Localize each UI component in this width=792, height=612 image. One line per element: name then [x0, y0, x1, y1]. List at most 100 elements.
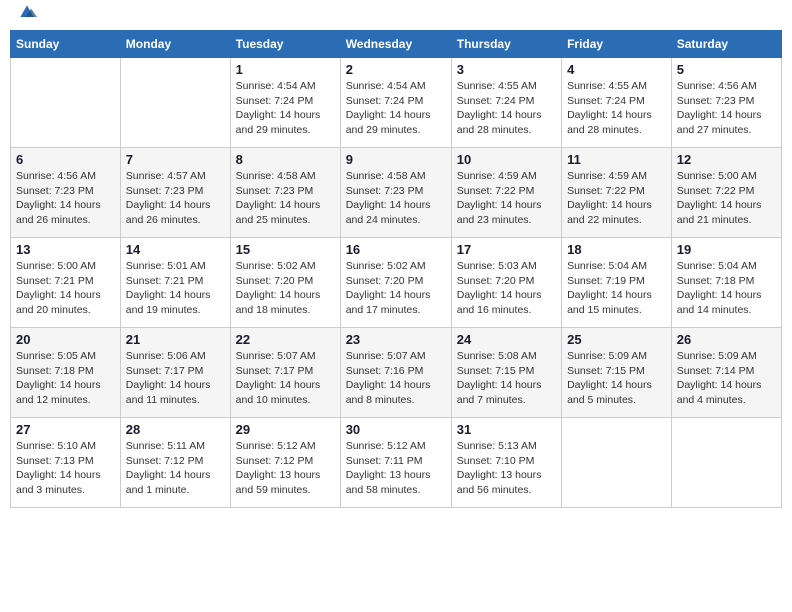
calendar-cell: [671, 418, 781, 508]
day-number: 31: [457, 422, 556, 437]
calendar-cell: 22 Sunrise: 5:07 AMSunset: 7:17 PMDayligh…: [230, 328, 340, 418]
calendar-cell: 5 Sunrise: 4:56 AMSunset: 7:23 PMDaylight…: [671, 58, 781, 148]
calendar-cell: 4Sunrise: 4:55 AMSunset: 7:24 PMDaylight…: [562, 58, 672, 148]
calendar-cell: 6Sunrise: 4:56 AMSunset: 7:23 PMDaylight…: [11, 148, 121, 238]
day-info: Sunrise: 4:56 AMSunset: 7:23 PMDaylight:…: [677, 79, 776, 138]
day-info: Sunrise: 4:54 AMSunset: 7:24 PMDaylight:…: [346, 79, 446, 138]
day-info: Sunrise: 4:55 AMSunset: 7:24 PMDaylight:…: [457, 79, 556, 138]
day-number: 3: [457, 62, 556, 77]
weekday-header-saturday: Saturday: [671, 31, 781, 58]
calendar-cell: 25 Sunrise: 5:09 AMSunset: 7:15 PMDayligh…: [562, 328, 672, 418]
day-number: 16: [346, 242, 446, 257]
week-row-2: 13 Sunrise: 5:00 AMSunset: 7:21 PMDayligh…: [11, 238, 782, 328]
calendar-cell: 15 Sunrise: 5:02 AMSunset: 7:20 PMDayligh…: [230, 238, 340, 328]
day-info: Sunrise: 5:11 AMSunset: 7:12 PMDaylight:…: [126, 439, 225, 498]
day-info: Sunrise: 4:57 AMSunset: 7:23 PMDaylight:…: [126, 169, 225, 228]
calendar-cell: 16 Sunrise: 5:02 AMSunset: 7:20 PMDayligh…: [340, 238, 451, 328]
day-number: 1: [236, 62, 335, 77]
calendar-cell: 11 Sunrise: 4:59 AMSunset: 7:22 PMDayligh…: [562, 148, 672, 238]
calendar-cell: 13 Sunrise: 5:00 AMSunset: 7:21 PMDayligh…: [11, 238, 121, 328]
day-number: 24: [457, 332, 556, 347]
day-info: Sunrise: 4:59 AMSunset: 7:22 PMDaylight:…: [457, 169, 556, 228]
day-info: Sunrise: 5:02 AMSunset: 7:20 PMDaylight:…: [346, 259, 446, 318]
day-info: Sunrise: 4:59 AMSunset: 7:22 PMDaylight:…: [567, 169, 666, 228]
calendar-cell: 21 Sunrise: 5:06 AMSunset: 7:17 PMDayligh…: [120, 328, 230, 418]
day-info: Sunrise: 5:08 AMSunset: 7:15 PMDaylight:…: [457, 349, 556, 408]
day-info: Sunrise: 5:09 AMSunset: 7:14 PMDaylight:…: [677, 349, 776, 408]
day-number: 27: [16, 422, 115, 437]
calendar-cell: 30 Sunrise: 5:12 AMSunset: 7:11 PMDayligh…: [340, 418, 451, 508]
calendar-cell: [11, 58, 121, 148]
calendar-cell: 20 Sunrise: 5:05 AMSunset: 7:18 PMDayligh…: [11, 328, 121, 418]
calendar-cell: 31 Sunrise: 5:13 AMSunset: 7:10 PMDayligh…: [451, 418, 561, 508]
day-info: Sunrise: 5:07 AMSunset: 7:17 PMDaylight:…: [236, 349, 335, 408]
weekday-header-tuesday: Tuesday: [230, 31, 340, 58]
weekday-header-wednesday: Wednesday: [340, 31, 451, 58]
day-info: Sunrise: 4:58 AMSunset: 7:23 PMDaylight:…: [236, 169, 335, 228]
calendar-cell: 27 Sunrise: 5:10 AMSunset: 7:13 PMDayligh…: [11, 418, 121, 508]
calendar-cell: 1Sunrise: 4:54 AMSunset: 7:24 PMDaylight…: [230, 58, 340, 148]
day-info: Sunrise: 5:05 AMSunset: 7:18 PMDaylight:…: [16, 349, 115, 408]
day-info: Sunrise: 5:02 AMSunset: 7:20 PMDaylight:…: [236, 259, 335, 318]
day-info: Sunrise: 5:01 AMSunset: 7:21 PMDaylight:…: [126, 259, 225, 318]
day-number: 19: [677, 242, 776, 257]
day-number: 23: [346, 332, 446, 347]
day-number: 13: [16, 242, 115, 257]
calendar-cell: [120, 58, 230, 148]
calendar-cell: [562, 418, 672, 508]
day-info: Sunrise: 5:06 AMSunset: 7:17 PMDaylight:…: [126, 349, 225, 408]
calendar-cell: 12 Sunrise: 5:00 AMSunset: 7:22 PMDayligh…: [671, 148, 781, 238]
day-number: 12: [677, 152, 776, 167]
calendar-cell: 28 Sunrise: 5:11 AMSunset: 7:12 PMDayligh…: [120, 418, 230, 508]
day-number: 15: [236, 242, 335, 257]
day-info: Sunrise: 5:10 AMSunset: 7:13 PMDaylight:…: [16, 439, 115, 498]
day-number: 20: [16, 332, 115, 347]
day-number: 5: [677, 62, 776, 77]
day-info: Sunrise: 5:12 AMSunset: 7:11 PMDaylight:…: [346, 439, 446, 498]
calendar-cell: 17Sunrise: 5:03 AMSunset: 7:20 PMDayligh…: [451, 238, 561, 328]
day-number: 26: [677, 332, 776, 347]
day-info: Sunrise: 5:00 AMSunset: 7:21 PMDaylight:…: [16, 259, 115, 318]
calendar-table: SundayMondayTuesdayWednesdayThursdayFrid…: [10, 30, 782, 508]
calendar-cell: 26 Sunrise: 5:09 AMSunset: 7:14 PMDayligh…: [671, 328, 781, 418]
week-row-4: 27 Sunrise: 5:10 AMSunset: 7:13 PMDayligh…: [11, 418, 782, 508]
day-number: 14: [126, 242, 225, 257]
logo-icon: [17, 2, 37, 22]
day-info: Sunrise: 5:00 AMSunset: 7:22 PMDaylight:…: [677, 169, 776, 228]
weekday-header-friday: Friday: [562, 31, 672, 58]
day-number: 11: [567, 152, 666, 167]
calendar-cell: 29Sunrise: 5:12 AMSunset: 7:12 PMDayligh…: [230, 418, 340, 508]
day-number: 30: [346, 422, 446, 437]
day-number: 21: [126, 332, 225, 347]
day-number: 9: [346, 152, 446, 167]
calendar-cell: 23 Sunrise: 5:07 AMSunset: 7:16 PMDayligh…: [340, 328, 451, 418]
day-number: 22: [236, 332, 335, 347]
day-number: 25: [567, 332, 666, 347]
calendar-cell: 18Sunrise: 5:04 AMSunset: 7:19 PMDayligh…: [562, 238, 672, 328]
day-number: 28: [126, 422, 225, 437]
day-info: Sunrise: 5:03 AMSunset: 7:20 PMDaylight:…: [457, 259, 556, 318]
day-info: Sunrise: 4:56 AMSunset: 7:23 PMDaylight:…: [16, 169, 115, 228]
weekday-row: SundayMondayTuesdayWednesdayThursdayFrid…: [11, 31, 782, 58]
day-info: Sunrise: 5:04 AMSunset: 7:18 PMDaylight:…: [677, 259, 776, 318]
day-info: Sunrise: 5:07 AMSunset: 7:16 PMDaylight:…: [346, 349, 446, 408]
day-number: 8: [236, 152, 335, 167]
day-info: Sunrise: 5:13 AMSunset: 7:10 PMDaylight:…: [457, 439, 556, 498]
week-row-3: 20 Sunrise: 5:05 AMSunset: 7:18 PMDayligh…: [11, 328, 782, 418]
day-number: 18: [567, 242, 666, 257]
day-info: Sunrise: 4:58 AMSunset: 7:23 PMDaylight:…: [346, 169, 446, 228]
logo: [15, 10, 37, 22]
calendar-cell: 2 Sunrise: 4:54 AMSunset: 7:24 PMDaylight…: [340, 58, 451, 148]
day-number: 10: [457, 152, 556, 167]
day-number: 2: [346, 62, 446, 77]
calendar-cell: 10 Sunrise: 4:59 AMSunset: 7:22 PMDayligh…: [451, 148, 561, 238]
calendar-header: SundayMondayTuesdayWednesdayThursdayFrid…: [11, 31, 782, 58]
week-row-1: 6Sunrise: 4:56 AMSunset: 7:23 PMDaylight…: [11, 148, 782, 238]
weekday-header-thursday: Thursday: [451, 31, 561, 58]
calendar-cell: 24 Sunrise: 5:08 AMSunset: 7:15 PMDayligh…: [451, 328, 561, 418]
day-info: Sunrise: 5:09 AMSunset: 7:15 PMDaylight:…: [567, 349, 666, 408]
calendar-cell: 8 Sunrise: 4:58 AMSunset: 7:23 PMDaylight…: [230, 148, 340, 238]
calendar-body: 1 Sunrise: 4:54 AMSunset: 7:24 PMDaylight…: [11, 58, 782, 508]
weekday-header-monday: Monday: [120, 31, 230, 58]
day-number: 7: [126, 152, 225, 167]
